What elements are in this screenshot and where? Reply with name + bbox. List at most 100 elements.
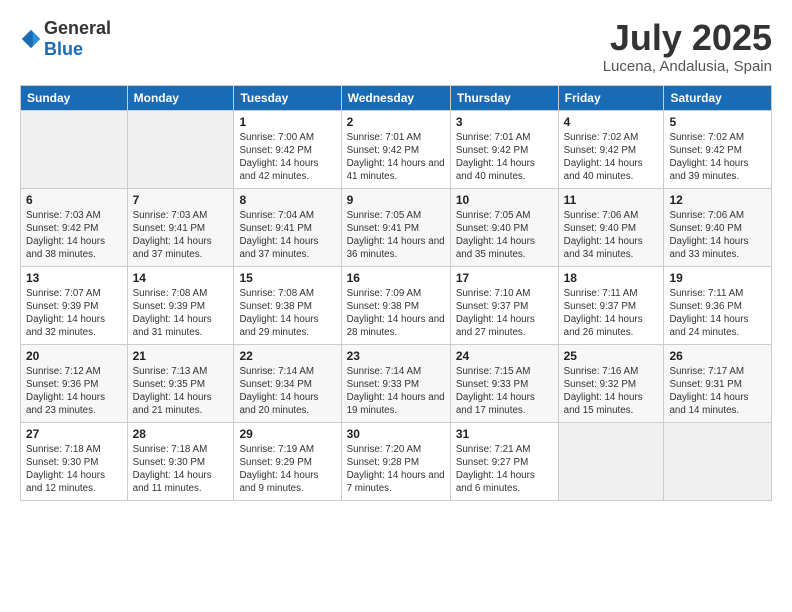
day-detail: Sunrise: 7:10 AM Sunset: 9:37 PM Dayligh… (456, 287, 553, 340)
week-row-2: 6 Sunrise: 7:03 AM Sunset: 9:42 PM Daylig… (21, 188, 772, 266)
calendar-cell: 21 Sunrise: 7:13 AM Sunset: 9:35 PM Dayli… (127, 344, 234, 422)
col-header-sunday: Sunday (21, 85, 128, 110)
day-number: 14 (133, 271, 229, 285)
day-number: 25 (564, 349, 659, 363)
calendar-cell: 26 Sunrise: 7:17 AM Sunset: 9:31 PM Dayli… (664, 344, 772, 422)
col-header-friday: Friday (558, 85, 664, 110)
day-number: 28 (133, 427, 229, 441)
day-number: 7 (133, 193, 229, 207)
day-number: 13 (26, 271, 122, 285)
calendar-cell: 10 Sunrise: 7:05 AM Sunset: 9:40 PM Dayli… (450, 188, 558, 266)
day-number: 10 (456, 193, 553, 207)
day-detail: Sunrise: 7:20 AM Sunset: 9:28 PM Dayligh… (347, 443, 445, 496)
day-detail: Sunrise: 7:21 AM Sunset: 9:27 PM Dayligh… (456, 443, 553, 496)
day-number: 27 (26, 427, 122, 441)
day-detail: Sunrise: 7:14 AM Sunset: 9:33 PM Dayligh… (347, 365, 445, 418)
calendar-cell: 18 Sunrise: 7:11 AM Sunset: 9:37 PM Dayli… (558, 266, 664, 344)
day-detail: Sunrise: 7:08 AM Sunset: 9:38 PM Dayligh… (239, 287, 335, 340)
logo: General Blue (20, 18, 111, 60)
day-number: 20 (26, 349, 122, 363)
day-number: 1 (239, 115, 335, 129)
calendar-cell: 27Sunrise: 7:18 AM Sunset: 9:30 PM Dayli… (21, 422, 128, 500)
day-detail: Sunrise: 7:18 AM Sunset: 9:30 PM Dayligh… (133, 443, 229, 496)
logo-blue: Blue (44, 39, 83, 59)
day-number: 4 (564, 115, 659, 129)
day-detail: Sunrise: 7:08 AM Sunset: 9:39 PM Dayligh… (133, 287, 229, 340)
calendar-cell: 5 Sunrise: 7:02 AM Sunset: 9:42 PM Daylig… (664, 110, 772, 188)
logo-general: General (44, 18, 111, 38)
col-header-tuesday: Tuesday (234, 85, 341, 110)
day-number: 12 (669, 193, 766, 207)
day-number: 31 (456, 427, 553, 441)
day-detail: Sunrise: 7:03 AM Sunset: 9:42 PM Dayligh… (26, 209, 122, 262)
calendar-cell: 8 Sunrise: 7:04 AM Sunset: 9:41 PM Daylig… (234, 188, 341, 266)
calendar-cell: 31 Sunrise: 7:21 AM Sunset: 9:27 PM Dayli… (450, 422, 558, 500)
calendar-cell: 9 Sunrise: 7:05 AM Sunset: 9:41 PM Daylig… (341, 188, 450, 266)
week-row-4: 20Sunrise: 7:12 AM Sunset: 9:36 PM Dayli… (21, 344, 772, 422)
calendar-cell: 12Sunrise: 7:06 AM Sunset: 9:40 PM Dayli… (664, 188, 772, 266)
day-number: 5 (669, 115, 766, 129)
day-number: 29 (239, 427, 335, 441)
calendar-cell: 29 Sunrise: 7:19 AM Sunset: 9:29 PM Dayli… (234, 422, 341, 500)
day-number: 23 (347, 349, 445, 363)
day-number: 3 (456, 115, 553, 129)
calendar-cell: 24Sunrise: 7:15 AM Sunset: 9:33 PM Dayli… (450, 344, 558, 422)
calendar-cell: 22Sunrise: 7:14 AM Sunset: 9:34 PM Dayli… (234, 344, 341, 422)
day-detail: Sunrise: 7:07 AM Sunset: 9:39 PM Dayligh… (26, 287, 122, 340)
calendar-cell: 25Sunrise: 7:16 AM Sunset: 9:32 PM Dayli… (558, 344, 664, 422)
calendar-header-row: SundayMondayTuesdayWednesdayThursdayFrid… (21, 85, 772, 110)
calendar-cell: 23 Sunrise: 7:14 AM Sunset: 9:33 PM Dayli… (341, 344, 450, 422)
day-number: 8 (239, 193, 335, 207)
day-detail: Sunrise: 7:05 AM Sunset: 9:41 PM Dayligh… (347, 209, 445, 262)
calendar-cell: 1 Sunrise: 7:00 AM Sunset: 9:42 PM Daylig… (234, 110, 341, 188)
calendar-cell: 16 Sunrise: 7:09 AM Sunset: 9:38 PM Dayli… (341, 266, 450, 344)
calendar-cell: 3 Sunrise: 7:01 AM Sunset: 9:42 PM Daylig… (450, 110, 558, 188)
day-detail: Sunrise: 7:14 AM Sunset: 9:34 PM Dayligh… (239, 365, 335, 418)
calendar-cell (558, 422, 664, 500)
day-detail: Sunrise: 7:01 AM Sunset: 9:42 PM Dayligh… (347, 131, 445, 184)
day-detail: Sunrise: 7:02 AM Sunset: 9:42 PM Dayligh… (669, 131, 766, 184)
calendar-cell: 2 Sunrise: 7:01 AM Sunset: 9:42 PM Daylig… (341, 110, 450, 188)
day-number: 21 (133, 349, 229, 363)
logo-icon (20, 28, 42, 50)
week-row-3: 13 Sunrise: 7:07 AM Sunset: 9:39 PM Dayli… (21, 266, 772, 344)
day-number: 16 (347, 271, 445, 285)
day-number: 9 (347, 193, 445, 207)
calendar-cell: 15 Sunrise: 7:08 AM Sunset: 9:38 PM Dayli… (234, 266, 341, 344)
main-title: July 2025 (603, 18, 772, 58)
day-detail: Sunrise: 7:01 AM Sunset: 9:42 PM Dayligh… (456, 131, 553, 184)
day-number: 26 (669, 349, 766, 363)
day-detail: Sunrise: 7:05 AM Sunset: 9:40 PM Dayligh… (456, 209, 553, 262)
week-row-1: 1 Sunrise: 7:00 AM Sunset: 9:42 PM Daylig… (21, 110, 772, 188)
page-header: General Blue July 2025 Lucena, Andalusia… (20, 18, 772, 75)
day-detail: Sunrise: 7:09 AM Sunset: 9:38 PM Dayligh… (347, 287, 445, 340)
day-number: 15 (239, 271, 335, 285)
day-detail: Sunrise: 7:02 AM Sunset: 9:42 PM Dayligh… (564, 131, 659, 184)
calendar-cell: 30Sunrise: 7:20 AM Sunset: 9:28 PM Dayli… (341, 422, 450, 500)
day-detail: Sunrise: 7:04 AM Sunset: 9:41 PM Dayligh… (239, 209, 335, 262)
calendar-cell (664, 422, 772, 500)
day-detail: Sunrise: 7:13 AM Sunset: 9:35 PM Dayligh… (133, 365, 229, 418)
day-number: 19 (669, 271, 766, 285)
calendar-cell: 17Sunrise: 7:10 AM Sunset: 9:37 PM Dayli… (450, 266, 558, 344)
day-number: 18 (564, 271, 659, 285)
day-detail: Sunrise: 7:19 AM Sunset: 9:29 PM Dayligh… (239, 443, 335, 496)
calendar-cell: 19 Sunrise: 7:11 AM Sunset: 9:36 PM Dayli… (664, 266, 772, 344)
day-detail: Sunrise: 7:11 AM Sunset: 9:37 PM Dayligh… (564, 287, 659, 340)
calendar-cell: 11Sunrise: 7:06 AM Sunset: 9:40 PM Dayli… (558, 188, 664, 266)
day-detail: Sunrise: 7:06 AM Sunset: 9:40 PM Dayligh… (564, 209, 659, 262)
day-detail: Sunrise: 7:17 AM Sunset: 9:31 PM Dayligh… (669, 365, 766, 418)
calendar-cell: 28 Sunrise: 7:18 AM Sunset: 9:30 PM Dayli… (127, 422, 234, 500)
col-header-saturday: Saturday (664, 85, 772, 110)
day-detail: Sunrise: 7:11 AM Sunset: 9:36 PM Dayligh… (669, 287, 766, 340)
col-header-wednesday: Wednesday (341, 85, 450, 110)
day-number: 6 (26, 193, 122, 207)
day-number: 2 (347, 115, 445, 129)
calendar-table: SundayMondayTuesdayWednesdayThursdayFrid… (20, 85, 772, 501)
calendar-cell: 20Sunrise: 7:12 AM Sunset: 9:36 PM Dayli… (21, 344, 128, 422)
col-header-monday: Monday (127, 85, 234, 110)
day-detail: Sunrise: 7:00 AM Sunset: 9:42 PM Dayligh… (239, 131, 335, 184)
calendar-cell: 6 Sunrise: 7:03 AM Sunset: 9:42 PM Daylig… (21, 188, 128, 266)
title-block: July 2025 Lucena, Andalusia, Spain (603, 18, 772, 75)
calendar-cell: 4 Sunrise: 7:02 AM Sunset: 9:42 PM Daylig… (558, 110, 664, 188)
